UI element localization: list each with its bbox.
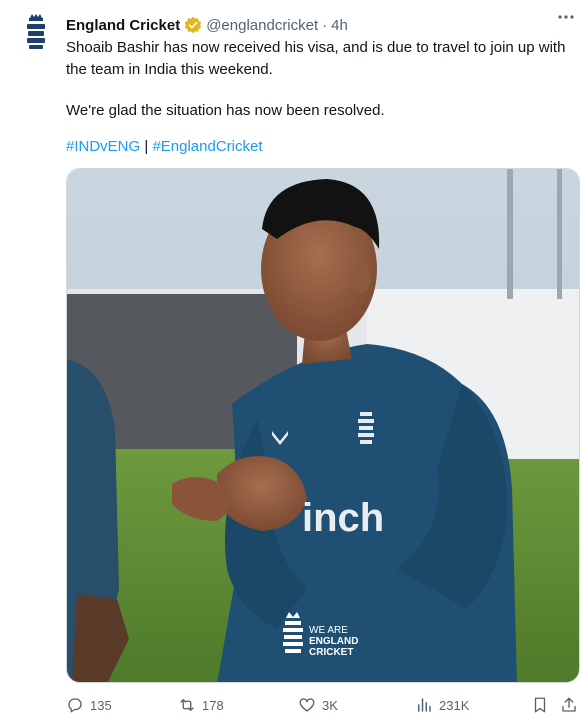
reply-button[interactable]: 135: [66, 692, 112, 718]
hashtag-indveng[interactable]: #INDvENG: [66, 138, 140, 155]
verified-badge-icon: [184, 16, 202, 34]
watermark-line-1: WE ARE: [309, 625, 348, 636]
tweet-paragraph-2: We're glad the situation has now been re…: [66, 102, 385, 119]
repost-button[interactable]: 178: [178, 692, 224, 718]
bookmark-button[interactable]: [531, 692, 555, 718]
england-cricket-logo-icon: [27, 14, 45, 49]
tweet-text: Shoaib Bashir has now received his visa,…: [66, 37, 576, 122]
tweet-action-bar: 135 178 3K 231K: [66, 692, 580, 718]
header-separator: ·: [322, 16, 328, 34]
hashtag-divider: |: [144, 138, 149, 155]
repost-icon: [180, 699, 194, 711]
heart-icon: [299, 698, 315, 712]
like-button[interactable]: 3K: [298, 692, 338, 718]
reply-count: 135: [90, 697, 112, 713]
share-icon: [562, 697, 576, 712]
tweet-photo[interactable]: inch WE ARE ENGLAND CRICKET: [66, 168, 580, 683]
tweet-timestamp[interactable]: 4h: [331, 17, 348, 34]
author-handle[interactable]: @englandcricket: [206, 17, 318, 34]
repost-count: 178: [202, 697, 224, 713]
tweet-header: England Cricket @englandcricket · 4h: [66, 14, 587, 36]
reply-icon: [68, 698, 82, 713]
share-button[interactable]: [560, 692, 584, 718]
views-button[interactable]: 231K: [415, 692, 469, 718]
watermark-line-3: CRICKET: [309, 647, 353, 658]
avatar[interactable]: [14, 14, 58, 58]
tweet-hashtags: #INDvENG | #EnglandCricket: [66, 136, 263, 158]
author-name[interactable]: England Cricket: [66, 17, 180, 34]
views-count: 231K: [439, 697, 470, 713]
shirt-sponsor-text: inch: [302, 496, 384, 540]
hashtag-englandcricket[interactable]: #EnglandCricket: [152, 138, 262, 155]
like-count: 3K: [322, 697, 338, 713]
more-options-icon[interactable]: [555, 6, 577, 28]
views-chart-icon: [418, 698, 431, 712]
watermark-line-2: ENGLAND: [309, 636, 358, 647]
bookmark-icon: [534, 697, 546, 713]
tweet-paragraph-1: Shoaib Bashir has now received his visa,…: [66, 39, 566, 78]
player-photo-image: inch WE ARE ENGLAND CRICKET: [67, 169, 579, 682]
